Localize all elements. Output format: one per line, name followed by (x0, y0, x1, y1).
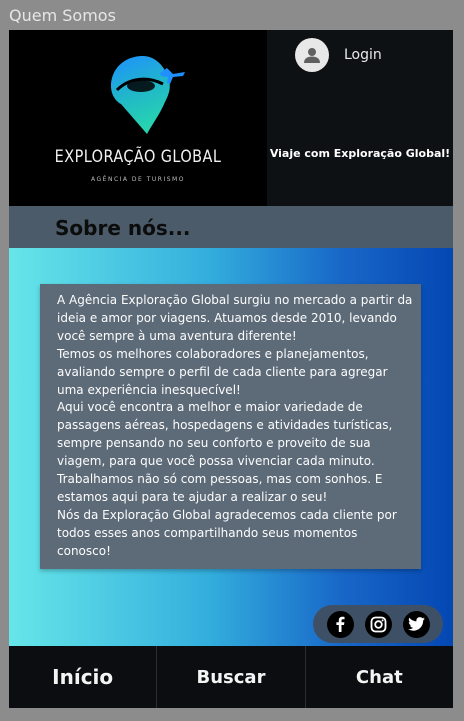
nav-buscar-button[interactable]: Buscar (157, 646, 306, 708)
about-paragraph: Temos os melhores colaboradores e planej… (57, 346, 388, 397)
user-avatar-icon (295, 38, 329, 72)
twitter-icon[interactable] (402, 610, 430, 638)
instagram-icon[interactable] (364, 610, 392, 638)
pin-logo-icon (111, 56, 185, 134)
social-links (313, 605, 443, 643)
about-section-header: Sobre nós... (9, 206, 453, 248)
facebook-icon[interactable] (326, 610, 354, 638)
about-title: Sobre nós... (55, 216, 191, 240)
about-paragraph: Nós da Exploração Global agradecemos cad… (57, 507, 397, 558)
login-button[interactable]: Login (295, 38, 382, 72)
header: EXPLORAÇÃO GLOBAL AGÊNCIA DE TURISMO Log… (9, 30, 453, 206)
hero-section: A Agência Exploração Global surgiu no me… (9, 248, 453, 646)
logo-panel: EXPLORAÇÃO GLOBAL AGÊNCIA DE TURISMO (9, 30, 267, 206)
window-title: Quem Somos (9, 6, 116, 25)
bottom-navigation: Início Buscar Chat (9, 646, 453, 708)
about-paragraph: Aqui você encontra a melhor e maior vari… (57, 400, 393, 469)
about-text-box: A Agência Exploração Global surgiu no me… (40, 284, 421, 569)
logo-title: EXPLORAÇÃO GLOBAL (54, 147, 222, 167)
tagline: Viaje com Exploração Global! (269, 147, 451, 160)
about-paragraph: Trabalhamos não só com pessoas, mas com … (57, 472, 383, 504)
logo-subtitle: AGÊNCIA DE TURISMO (91, 176, 185, 183)
nav-inicio-button[interactable]: Início (9, 646, 158, 708)
nav-chat-button[interactable]: Chat (305, 646, 453, 708)
login-label: Login (344, 47, 382, 63)
about-paragraph: A Agência Exploração Global surgiu no me… (57, 293, 413, 343)
person-icon (304, 48, 320, 63)
app-frame: EXPLORAÇÃO GLOBAL AGÊNCIA DE TURISMO Log… (9, 30, 453, 708)
